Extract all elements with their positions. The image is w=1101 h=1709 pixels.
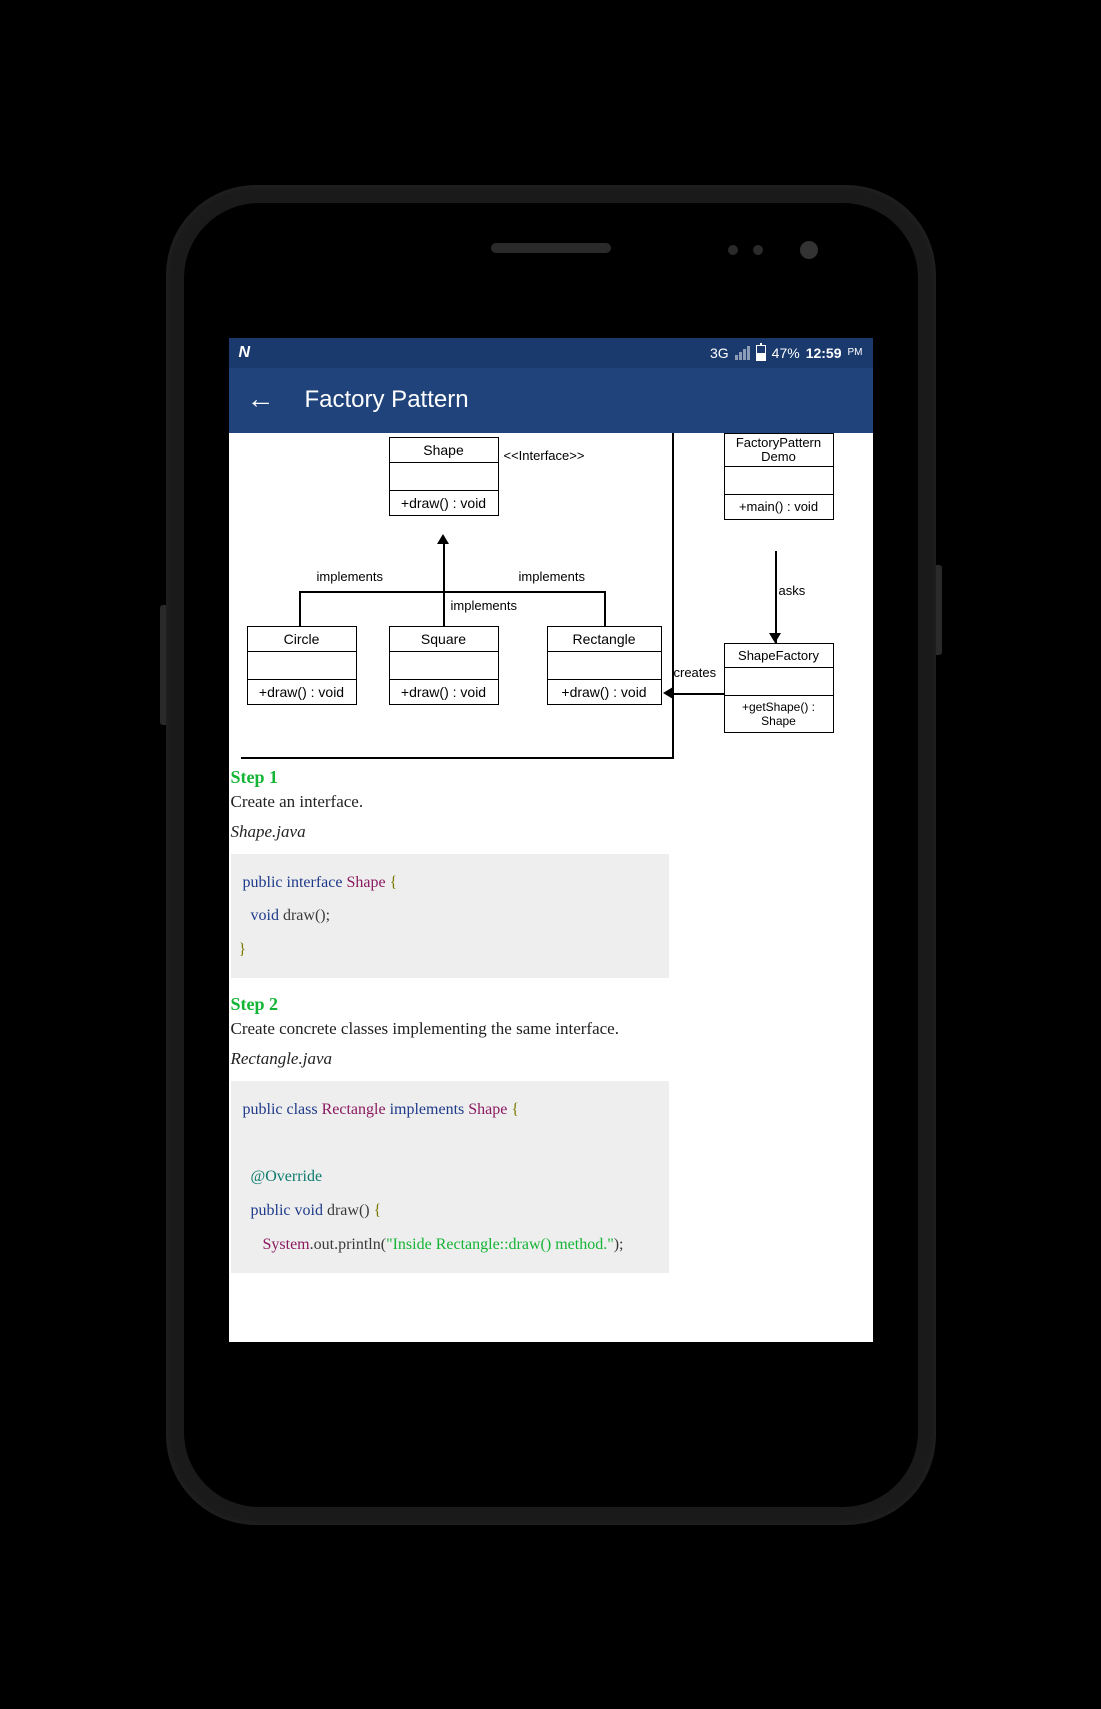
phone-frame: N 3G 47% 12:59 PM ← Factory Pattern xyxy=(166,185,936,1525)
power-button xyxy=(936,565,942,655)
uml-diagram: Shape +draw() : void <<Interface>> Facto… xyxy=(229,433,873,763)
android-n-icon: N xyxy=(239,344,251,362)
step-description: Create an interface. xyxy=(231,792,871,812)
status-bar: N 3G 47% 12:59 PM xyxy=(229,338,873,368)
uml-shapefactory-box: ShapeFactory +getShape() : Shape xyxy=(724,643,834,733)
time: 12:59 xyxy=(806,345,842,361)
front-camera xyxy=(800,241,818,259)
uml-factorydemo-box: FactoryPattern Demo +main() : void xyxy=(724,433,834,521)
creates-label: creates xyxy=(674,665,717,680)
battery-icon xyxy=(756,345,766,361)
asks-label: asks xyxy=(779,583,806,598)
screen: N 3G 47% 12:59 PM ← Factory Pattern xyxy=(229,338,873,1342)
code-block: public interface Shape { void draw(); } xyxy=(231,854,669,979)
volume-button xyxy=(160,605,166,725)
step-title: Step 2 xyxy=(231,994,871,1015)
battery-pct: 47% xyxy=(772,345,800,361)
speaker-grille xyxy=(491,243,611,253)
file-name: Rectangle.java xyxy=(231,1049,871,1069)
time-suffix: PM xyxy=(848,347,863,358)
step-description: Create concrete classes implementing the… xyxy=(231,1019,871,1039)
app-bar: ← Factory Pattern xyxy=(229,368,873,433)
file-name: Shape.java xyxy=(231,822,871,842)
sensor-dot xyxy=(753,245,763,255)
network-label: 3G xyxy=(710,345,729,361)
diagram-border xyxy=(241,433,674,759)
sensor-dot xyxy=(728,245,738,255)
content-area[interactable]: Shape +draw() : void <<Interface>> Facto… xyxy=(229,433,873,1342)
step-title: Step 1 xyxy=(231,767,871,788)
signal-icon xyxy=(735,346,750,360)
code-block: public class Rectangle implements Shape … xyxy=(231,1081,669,1273)
back-arrow-icon[interactable]: ← xyxy=(247,384,275,416)
page-title: Factory Pattern xyxy=(305,386,469,414)
